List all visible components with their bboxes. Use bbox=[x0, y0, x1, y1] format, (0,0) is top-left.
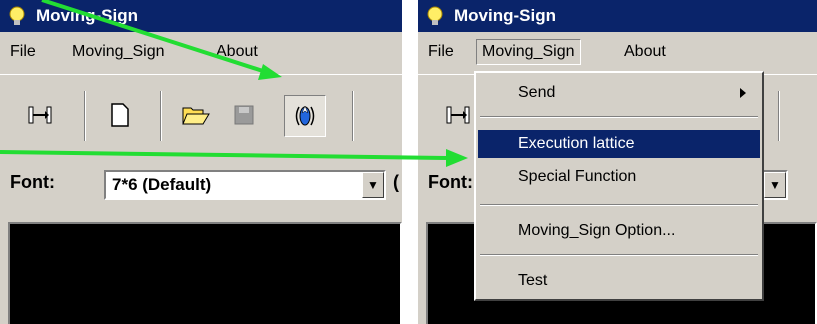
moving-sign-dropdown: Send Execution lattice Special Function … bbox=[474, 71, 764, 301]
menu-item-option[interactable]: Moving_Sign Option... bbox=[478, 217, 760, 245]
menu-separator bbox=[480, 254, 758, 256]
menu-separator bbox=[480, 204, 758, 206]
toolbar-separator bbox=[84, 91, 86, 141]
menu-moving-sign[interactable]: Moving_Sign bbox=[70, 42, 167, 62]
font-select[interactable]: 7*6 (Default) ▼ bbox=[104, 170, 386, 200]
font-label: Font: bbox=[428, 172, 473, 192]
toolbar-separator bbox=[352, 91, 354, 141]
menu-item-test-label: Test bbox=[518, 272, 548, 289]
menu-item-send-label: Send bbox=[518, 84, 556, 101]
toolbar-separator bbox=[160, 91, 162, 141]
moving-sign-icon bbox=[295, 105, 315, 126]
chevron-down-icon[interactable]: ▼ bbox=[362, 172, 384, 198]
cut-label: ( bbox=[393, 172, 399, 192]
menu-item-execution-lattice[interactable]: Execution lattice bbox=[478, 130, 760, 158]
open-button[interactable] bbox=[176, 95, 216, 135]
lightbulb-icon bbox=[427, 6, 443, 25]
menu-bar: File Moving_Sign About bbox=[0, 32, 402, 74]
connect-icon bbox=[28, 106, 52, 124]
connect-button[interactable] bbox=[20, 95, 60, 135]
display-area bbox=[8, 222, 402, 324]
menu-bar: File Moving_Sign About bbox=[418, 32, 817, 74]
title-bar: Moving-Sign bbox=[418, 0, 817, 32]
menu-item-option-label: Moving_Sign Option... bbox=[518, 222, 676, 239]
moving-sign-button[interactable] bbox=[284, 95, 326, 137]
menu-item-special-function-label: Special Function bbox=[518, 168, 637, 185]
font-select-value: 7*6 (Default) bbox=[112, 175, 212, 194]
window-title: Moving-Sign bbox=[454, 6, 556, 25]
save-disk-icon bbox=[234, 105, 254, 125]
open-folder-icon bbox=[182, 107, 210, 125]
chevron-down-icon[interactable]: ▼ bbox=[764, 172, 786, 198]
menu-item-execution-lattice-label: Execution lattice bbox=[518, 135, 635, 152]
menu-file[interactable]: File bbox=[8, 42, 38, 62]
lightbulb-icon bbox=[9, 6, 25, 25]
menu-moving-sign[interactable]: Moving_Sign bbox=[476, 39, 581, 65]
connect-button[interactable] bbox=[438, 95, 478, 135]
font-row: Font: 7*6 (Default) ▼ ( bbox=[0, 158, 402, 216]
menu-about[interactable]: About bbox=[622, 42, 668, 62]
save-button[interactable] bbox=[224, 95, 264, 135]
left-window: Moving-Sign File Moving_Sign About Font:… bbox=[0, 0, 402, 324]
title-bar: Moving-Sign bbox=[0, 0, 402, 32]
menu-about[interactable]: About bbox=[214, 42, 260, 62]
submenu-arrow-icon bbox=[740, 88, 746, 98]
new-button[interactable] bbox=[100, 95, 140, 135]
menu-file[interactable]: File bbox=[426, 42, 456, 62]
toolbar-separator bbox=[778, 91, 780, 141]
toolbar bbox=[0, 74, 402, 160]
connect-icon bbox=[446, 106, 470, 124]
menu-item-test[interactable]: Test bbox=[478, 267, 760, 295]
new-file-icon bbox=[111, 103, 129, 127]
window-title: Moving-Sign bbox=[36, 6, 138, 25]
menu-separator bbox=[480, 116, 758, 118]
font-label: Font: bbox=[10, 172, 55, 192]
menu-item-special-function[interactable]: Special Function bbox=[478, 163, 760, 191]
menu-item-send[interactable]: Send bbox=[478, 79, 760, 107]
